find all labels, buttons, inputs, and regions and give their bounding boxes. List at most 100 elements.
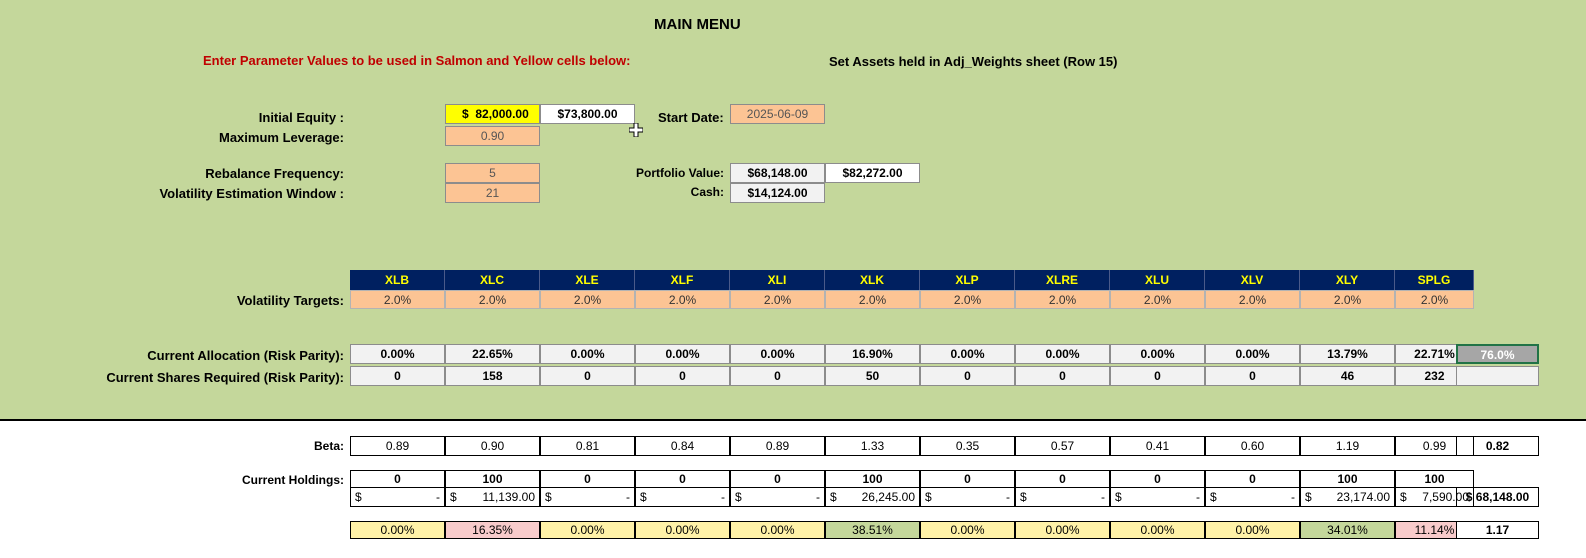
weight-xlu[interactable]: 0.00% [1110,521,1205,539]
beta-xlc[interactable]: 0.90 [445,436,540,456]
weight-xlc[interactable]: 16.35% [445,521,540,539]
allocation-xli[interactable]: 0.00% [730,344,825,364]
weight-xlb[interactable]: 0.00% [350,521,445,539]
holding-xli[interactable]: 0 [730,470,825,488]
ticker-header-splg[interactable]: SPLG [1395,270,1474,290]
volatility-target-xlre[interactable]: 2.0% [1015,290,1110,309]
holding-value-xly[interactable]: $23,174.00 [1300,487,1395,507]
beta-total-cell[interactable]: 0.82 [1456,436,1539,456]
holding-value-xle[interactable]: $ - [540,487,635,507]
beta-xlre[interactable]: 0.57 [1015,436,1110,456]
volatility-window-input[interactable]: 21 [445,183,540,203]
volatility-target-xlf[interactable]: 2.0% [635,290,730,309]
holding-xlk[interactable]: 100 [825,470,920,488]
holding-xle[interactable]: 0 [540,470,635,488]
volatility-target-xli[interactable]: 2.0% [730,290,825,309]
allocation-xlf[interactable]: 0.00% [635,344,730,364]
allocation-xlv[interactable]: 0.00% [1205,344,1300,364]
allocation-xly[interactable]: 13.79% [1300,344,1395,364]
holdings-total-cell[interactable]: $ 68,148.00 [1456,487,1539,507]
holding-value-xli[interactable]: $ - [730,487,825,507]
allocation-xlp[interactable]: 0.00% [920,344,1015,364]
weights-total-cell[interactable]: 1.17 [1456,521,1539,539]
weight-xlv[interactable]: 0.00% [1205,521,1300,539]
holding-xlu[interactable]: 0 [1110,470,1205,488]
start-date-input[interactable]: 2025-06-09 [730,104,825,124]
allocation-xlc[interactable]: 22.65% [445,344,540,364]
ticker-header-xlp[interactable]: XLP [920,270,1015,290]
holding-splg[interactable]: 100 [1395,470,1474,488]
beta-xlb[interactable]: 0.89 [350,436,445,456]
allocation-xle[interactable]: 0.00% [540,344,635,364]
allocation-xlk[interactable]: 16.90% [825,344,920,364]
rebalance-frequency-input[interactable]: 5 [445,163,540,183]
holding-value-xlp[interactable]: $ - [920,487,1015,507]
shares-xly[interactable]: 46 [1300,366,1395,386]
weight-xlre[interactable]: 0.00% [1015,521,1110,539]
shares-total-cell[interactable] [1456,366,1539,386]
beta-xlp[interactable]: 0.35 [920,436,1015,456]
beta-xlv[interactable]: 0.60 [1205,436,1300,456]
weight-xlp[interactable]: 0.00% [920,521,1015,539]
initial-equity-derived[interactable]: $73,800.00 [540,104,635,124]
shares-xlp[interactable]: 0 [920,366,1015,386]
volatility-target-splg[interactable]: 2.0% [1395,290,1474,309]
volatility-target-xlk[interactable]: 2.0% [825,290,920,309]
ticker-header-xli[interactable]: XLI [730,270,825,290]
shares-xlv[interactable]: 0 [1205,366,1300,386]
holding-value-xlf[interactable]: $ - [635,487,730,507]
holding-xlf[interactable]: 0 [635,470,730,488]
holding-value-xlre[interactable]: $ - [1015,487,1110,507]
shares-xlu[interactable]: 0 [1110,366,1205,386]
shares-xli[interactable]: 0 [730,366,825,386]
holding-value-xlu[interactable]: $ - [1110,487,1205,507]
shares-xlb[interactable]: 0 [350,366,445,386]
shares-xlf[interactable]: 0 [635,366,730,386]
beta-xlk[interactable]: 1.33 [825,436,920,456]
beta-xly[interactable]: 1.19 [1300,436,1395,456]
ticker-header-xly[interactable]: XLY [1300,270,1395,290]
beta-xli[interactable]: 0.89 [730,436,825,456]
holding-xlc[interactable]: 100 [445,470,540,488]
volatility-target-xlu[interactable]: 2.0% [1110,290,1205,309]
shares-xlc[interactable]: 158 [445,366,540,386]
weight-xli[interactable]: 0.00% [730,521,825,539]
shares-xlk[interactable]: 50 [825,366,920,386]
max-leverage-input[interactable]: 0.90 [445,126,540,146]
allocation-xlu[interactable]: 0.00% [1110,344,1205,364]
weight-xlf[interactable]: 0.00% [635,521,730,539]
ticker-header-xle[interactable]: XLE [540,270,635,290]
allocation-total-cell[interactable]: 76.0% [1456,344,1539,364]
ticker-header-xlf[interactable]: XLF [635,270,730,290]
holding-xlp[interactable]: 0 [920,470,1015,488]
volatility-target-xlc[interactable]: 2.0% [445,290,540,309]
ticker-header-xlb[interactable]: XLB [350,270,445,290]
weight-xly[interactable]: 34.01% [1300,521,1395,539]
volatility-target-xlv[interactable]: 2.0% [1205,290,1300,309]
volatility-target-xle[interactable]: 2.0% [540,290,635,309]
holding-value-xlv[interactable]: $ - [1205,487,1300,507]
ticker-header-xlv[interactable]: XLV [1205,270,1300,290]
portfolio-value-cell[interactable]: $68,148.00 [730,163,825,183]
volatility-target-xly[interactable]: 2.0% [1300,290,1395,309]
allocation-xlb[interactable]: 0.00% [350,344,445,364]
holding-xlre[interactable]: 0 [1015,470,1110,488]
weight-xlk[interactable]: 38.51% [825,521,920,539]
holding-value-xlk[interactable]: $26,245.00 [825,487,920,507]
shares-xlre[interactable]: 0 [1015,366,1110,386]
holding-value-xlb[interactable]: $ - [350,487,445,507]
holding-value-xlc[interactable]: $11,139.00 [445,487,540,507]
portfolio-value-cell-2[interactable]: $82,272.00 [825,163,920,183]
cash-cell[interactable]: $14,124.00 [730,183,825,203]
ticker-header-xlre[interactable]: XLRE [1015,270,1110,290]
allocation-xlre[interactable]: 0.00% [1015,344,1110,364]
volatility-target-xlb[interactable]: 2.0% [350,290,445,309]
ticker-header-xlk[interactable]: XLK [825,270,920,290]
beta-xlf[interactable]: 0.84 [635,436,730,456]
holding-xlv[interactable]: 0 [1205,470,1300,488]
volatility-target-xlp[interactable]: 2.0% [920,290,1015,309]
shares-xle[interactable]: 0 [540,366,635,386]
holding-xly[interactable]: 100 [1300,470,1395,488]
ticker-header-xlu[interactable]: XLU [1110,270,1205,290]
weight-xle[interactable]: 0.00% [540,521,635,539]
